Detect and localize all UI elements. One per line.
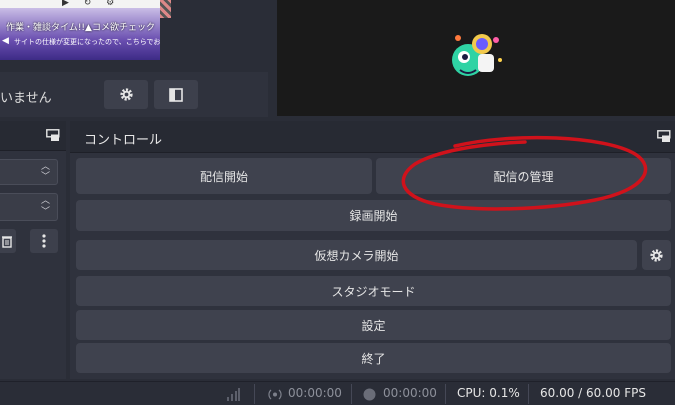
more-options-button[interactable] xyxy=(30,229,58,253)
split-view-icon xyxy=(169,87,183,102)
transition-button[interactable] xyxy=(154,80,198,109)
status-bar: 00:00:00 00:00:00 CPU: 0.1% 60.00 / 60.0… xyxy=(0,381,675,405)
settings-button[interactable]: 設定 xyxy=(76,310,671,340)
undock-icon[interactable] xyxy=(657,130,671,143)
record-time: 00:00:00 xyxy=(383,386,437,400)
controls-dock-title: コントロール xyxy=(84,133,163,148)
thumbnail-headline: 作業・雑談タイム!!▲コメ欲チェック xyxy=(6,23,155,33)
left-dock: ︿ ﹀ ︿ ﹀ xyxy=(0,121,66,379)
gear-icon xyxy=(650,248,663,262)
updown-icon[interactable]: ︿ ﹀ xyxy=(41,196,50,218)
record-icon xyxy=(363,388,376,401)
scene-settings-button[interactable] xyxy=(104,80,148,109)
thumbnail-decoration xyxy=(160,0,171,18)
annotation-circle xyxy=(401,135,648,211)
scene-thumbnail: ▶ ↻ ⚙ 作業・雑談タイム!!▲コメ欲チェック ◀ サイトの仕様が変更になった… xyxy=(0,0,160,60)
kebab-menu-icon xyxy=(42,234,46,248)
status-separator xyxy=(528,384,529,404)
delete-button[interactable] xyxy=(0,229,16,253)
speaker-icon: ◀ xyxy=(2,36,9,46)
left-dock-header xyxy=(0,121,66,151)
status-separator xyxy=(254,384,255,404)
mascot-image xyxy=(452,34,502,76)
undock-icon[interactable] xyxy=(46,129,60,142)
cpu-usage: CPU: 0.1% xyxy=(457,386,520,400)
signal-strength-icon xyxy=(227,388,240,401)
studio-mode-button[interactable]: スタジオモード xyxy=(76,276,671,306)
start-streaming-button[interactable]: 配信開始 xyxy=(76,158,372,194)
fps-readout: 60.00 / 60.00 FPS xyxy=(540,386,646,400)
preview-canvas xyxy=(277,0,675,116)
spin-field-1[interactable]: ︿ ﹀ xyxy=(0,159,58,185)
start-virtual-camera-button[interactable]: 仮想カメラ開始 xyxy=(76,240,637,270)
virtual-camera-settings-button[interactable] xyxy=(642,240,671,270)
exit-button[interactable]: 終了 xyxy=(76,343,671,373)
thumbnail-subline: サイトの仕様が変更になったので、こちらでお知らせします xyxy=(14,38,160,46)
status-separator xyxy=(351,384,352,404)
trash-icon xyxy=(2,235,12,248)
gear-icon xyxy=(119,88,133,101)
updown-icon[interactable]: ︿ ﹀ xyxy=(41,162,50,182)
broadcast-icon xyxy=(268,389,282,400)
player-controls: ▶ ↻ ⚙ xyxy=(62,0,121,8)
spin-field-2[interactable]: ︿ ﹀ xyxy=(0,193,58,221)
scene-status-text: いません xyxy=(0,91,52,106)
status-separator xyxy=(445,384,446,404)
scene-toolbar: いません xyxy=(0,72,268,117)
stream-time: 00:00:00 xyxy=(288,386,342,400)
